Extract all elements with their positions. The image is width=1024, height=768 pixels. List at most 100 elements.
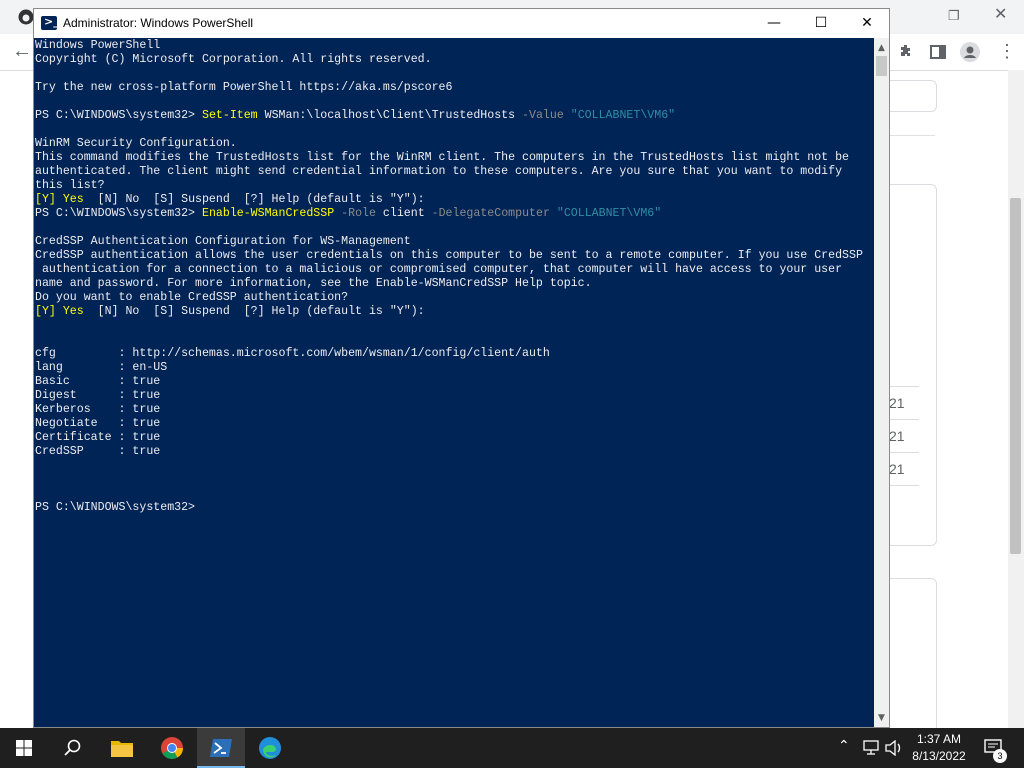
console-line: lang : en-US xyxy=(35,361,167,374)
console-segment: Kerberos : true xyxy=(35,403,161,416)
console-line: WinRM Security Configuration. xyxy=(35,137,237,150)
chrome-icon xyxy=(161,737,183,759)
console-scrollbar[interactable] xyxy=(874,38,889,727)
taskbar: ⌃ 3 xyxy=(0,728,1024,768)
console-line: Negotiate : true xyxy=(35,417,160,430)
console-line: name and password. For more information,… xyxy=(35,277,592,290)
console-line: PS C:\WINDOWS\system32> Enable-WSManCred… xyxy=(35,207,661,220)
console-segment: name and password. For more information,… xyxy=(35,277,592,290)
console-segment: Enable-WSManCredSSP xyxy=(201,207,335,220)
github-icon[interactable] xyxy=(18,9,34,25)
edge-button[interactable] xyxy=(246,728,294,768)
extensions-icon[interactable] xyxy=(898,44,914,60)
console-line: CredSSP : true xyxy=(35,445,160,458)
console-segment: PS C:\WINDOWS\system32> xyxy=(35,109,202,122)
table-cell: 21 xyxy=(888,419,919,453)
console-segment: Do you want to enable CredSSP authentica… xyxy=(35,291,349,304)
console-scroll-thumb[interactable] xyxy=(876,56,887,76)
console-segment: "COLLABNET\VM6" xyxy=(549,207,662,220)
console-segment: Negotiate : true xyxy=(35,417,161,430)
console-line: Kerberos : true xyxy=(35,403,160,416)
volume-icon[interactable] xyxy=(885,740,903,756)
console-segment: WinRM Security Configuration. xyxy=(35,137,237,150)
console-segment: "COLLABNET\VM6" xyxy=(563,109,676,122)
console-segment: -Role xyxy=(341,207,376,220)
powershell-taskbar-button[interactable] xyxy=(197,728,245,768)
console-segment: Basic : true xyxy=(35,375,161,388)
console-segment: cfg : http://schemas.microsoft.com/wbem/… xyxy=(35,347,550,360)
chevron-up-icon[interactable]: ⌃ xyxy=(838,738,850,754)
console-line: cfg : http://schemas.microsoft.com/wbem/… xyxy=(35,347,550,360)
console-line: Digest : true xyxy=(35,389,160,402)
browser-menu-icon[interactable]: ⋮ xyxy=(998,42,1016,60)
console-segment: PS C:\WINDOWS\system32> xyxy=(35,207,202,220)
file-explorer-button[interactable] xyxy=(98,728,146,768)
scroll-down-arrow-icon[interactable]: ▼ xyxy=(874,713,889,723)
start-button[interactable] xyxy=(0,728,48,768)
console-line: authenticated. The client might send cre… xyxy=(35,165,842,178)
console-segment: [Y] Yes xyxy=(35,193,84,206)
console-line: Basic : true xyxy=(35,375,160,388)
console-segment: authentication for a connection to a mal… xyxy=(35,263,843,276)
console-segment: [Y] Yes xyxy=(35,305,84,318)
powershell-icon xyxy=(210,739,232,757)
console-line: Windows PowerShell xyxy=(35,39,160,52)
restore-window-icon[interactable]: ❐ xyxy=(948,7,960,25)
console-segment: [N] No [S] Suspend [?] Help (default is … xyxy=(83,305,425,318)
console-line: [Y] Yes [N] No [S] Suspend [?] Help (def… xyxy=(35,305,425,318)
console-text: Windows PowerShell Copyright (C) Microso… xyxy=(35,39,863,515)
console-segment: Certificate : true xyxy=(35,431,161,444)
minimize-button[interactable]: — xyxy=(751,9,797,38)
scroll-up-arrow-icon[interactable]: ▲ xyxy=(874,43,889,53)
clock-time[interactable]: 1:37 AM xyxy=(904,732,974,746)
console-segment: Copyright (C) Microsoft Corporation. All… xyxy=(35,53,432,66)
powershell-icon[interactable]: >_ xyxy=(41,15,59,30)
title-bar[interactable]: >_ Administrator: Windows PowerShell — ☐… xyxy=(34,9,889,38)
console-segment: -DelegateComputer xyxy=(431,207,550,220)
profile-avatar-icon[interactable] xyxy=(960,42,980,62)
console-line: Try the new cross-platform PowerShell ht… xyxy=(35,81,452,94)
search-icon xyxy=(64,739,81,756)
console-segment: Windows PowerShell xyxy=(35,39,161,52)
powershell-window: >_ Administrator: Windows PowerShell — ☐… xyxy=(33,8,890,728)
close-button[interactable]: ✕ xyxy=(844,9,890,38)
table-cell: 21 xyxy=(888,452,919,486)
console-segment: Set-Item xyxy=(201,109,258,122)
console-segment: PS C:\WINDOWS\system32> xyxy=(35,501,196,514)
console-segment: Digest : true xyxy=(35,389,161,402)
console-line: CredSSP authentication allows the user c… xyxy=(35,249,863,262)
back-arrow-icon[interactable]: ← xyxy=(12,41,32,61)
table-cell: 21 xyxy=(888,386,919,420)
console-line: PS C:\WINDOWS\system32> Set-Item WSMan:\… xyxy=(35,109,675,122)
console-line: [Y] Yes [N] No [S] Suspend [?] Help (def… xyxy=(35,193,425,206)
browser-scroll-thumb[interactable] xyxy=(1010,198,1021,554)
notification-count: 3 xyxy=(997,751,1003,761)
maximize-button[interactable]: ☐ xyxy=(798,9,844,38)
console-line: authentication for a connection to a mal… xyxy=(35,263,842,276)
edge-icon xyxy=(259,737,281,759)
console-line: Certificate : true xyxy=(35,431,160,444)
file-explorer-icon xyxy=(111,741,133,757)
console-segment: client xyxy=(375,207,432,220)
console-line: CredSSP Authentication Configuration for… xyxy=(35,235,411,248)
browser-close-icon[interactable]: ✕ xyxy=(994,6,1007,24)
console-segment: lang : en-US xyxy=(35,361,168,374)
console-output[interactable]: Windows PowerShell Copyright (C) Microso… xyxy=(34,38,874,727)
console-line: This command modifies the TrustedHosts l… xyxy=(35,151,849,164)
console-segment: CredSSP Authentication Configuration for… xyxy=(35,235,411,248)
console-line: Copyright (C) Microsoft Corporation. All… xyxy=(35,53,432,66)
cell-value: 21 xyxy=(889,428,905,444)
window-title: Administrator: Windows PowerShell xyxy=(63,16,254,30)
network-icon[interactable] xyxy=(862,740,880,756)
console-segment: this list? xyxy=(35,179,105,192)
search-button[interactable] xyxy=(48,728,96,768)
console-segment: -Value xyxy=(522,109,564,122)
console-segment: This command modifies the TrustedHosts l… xyxy=(35,151,850,164)
clock-date[interactable]: 8/13/2022 xyxy=(904,749,974,763)
side-panel-icon[interactable] xyxy=(930,44,946,60)
console-segment: [N] No [S] Suspend [?] Help (default is … xyxy=(83,193,425,206)
console-line: PS C:\WINDOWS\system32> xyxy=(35,501,195,514)
chrome-button[interactable] xyxy=(148,728,196,768)
console-line: Do you want to enable CredSSP authentica… xyxy=(35,291,348,304)
console-segment: WSMan:\localhost\Client\TrustedHosts xyxy=(257,109,523,122)
